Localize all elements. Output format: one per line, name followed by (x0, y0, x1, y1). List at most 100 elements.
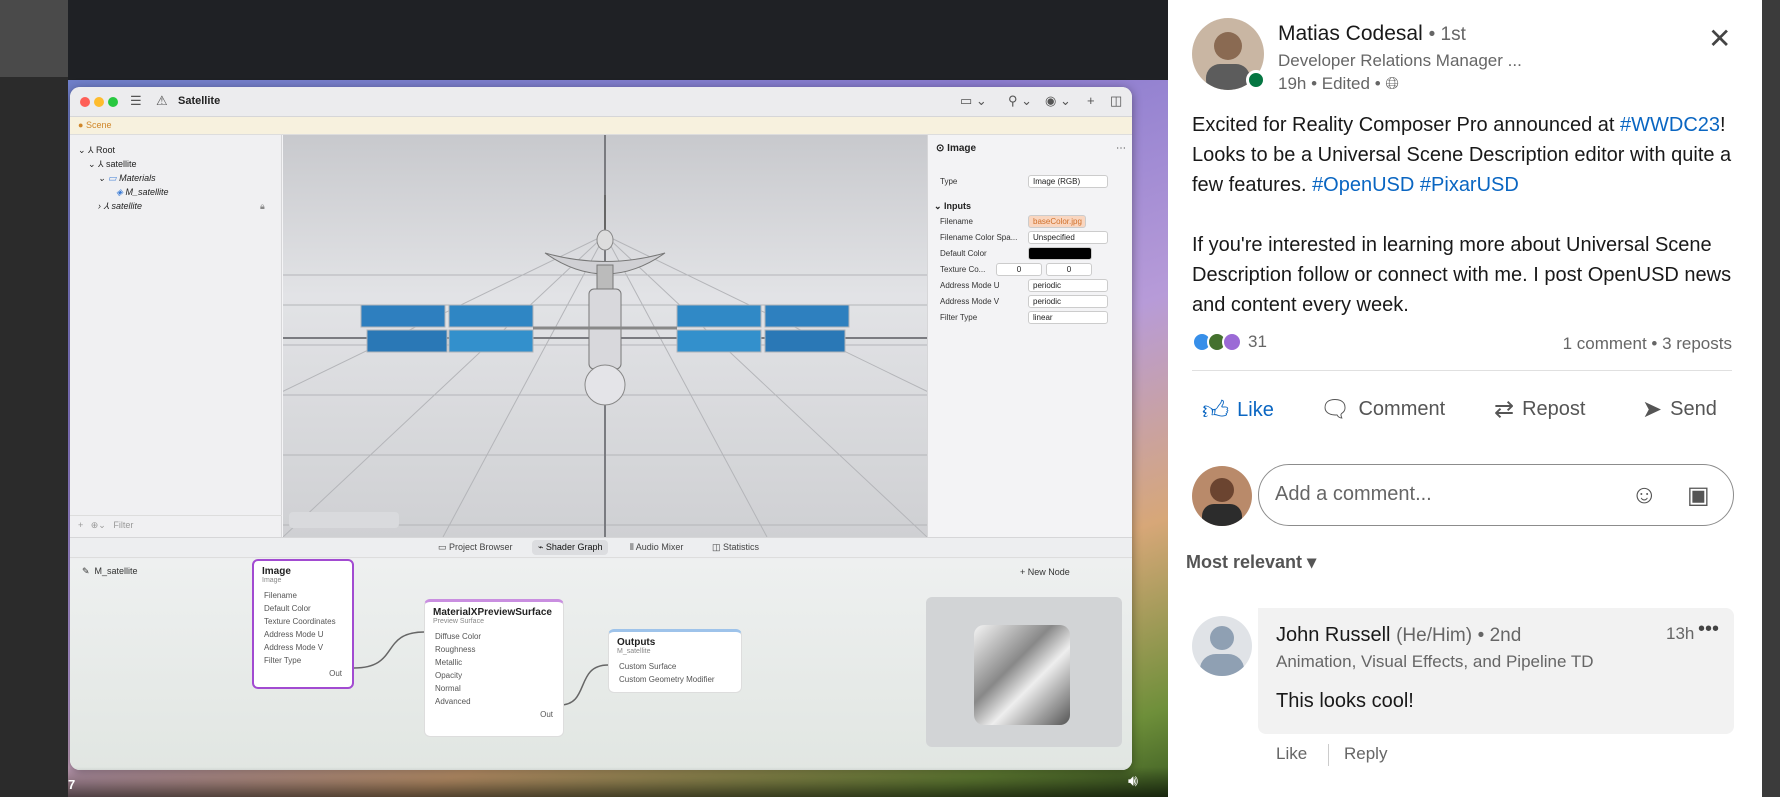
lock-icon: 🔒︎ (260, 201, 265, 211)
hashtag-link[interactable]: #PixarUSD (1420, 174, 1519, 196)
comment-bubble: John Russell (He/Him) • 2nd Animation, V… (1258, 608, 1734, 734)
volume-icon[interactable]: 🔊︎ (1128, 773, 1138, 791)
texcoord-x-value: 0 (1016, 265, 1022, 274)
inputs-header-label: Inputs (944, 201, 972, 211)
address-u-label: Address Mode U (940, 281, 1000, 290)
comment-time: 13h (1666, 624, 1695, 643)
sort-label: Most relevant (1186, 552, 1303, 572)
globe-icon: 🌐︎ (1385, 74, 1399, 93)
scene-hierarchy: ⌄ ⅄ Root ⌄ ⅄ satellite ⌄ ▭ Materials ◈ M… (70, 135, 282, 537)
node-title: Outputs (617, 637, 656, 648)
texcoord-y-value: 0 (1066, 265, 1072, 274)
minimize-dot (94, 97, 104, 107)
filter-bar: + ⊕⌄ Filter (70, 515, 282, 537)
tab-shader-graph: ⌁ Shader Graph (532, 540, 609, 555)
type-label: Type (940, 177, 958, 186)
address-u-select: periodic (1028, 279, 1108, 292)
inspector-header-label: Image (947, 143, 977, 154)
author-line: Matias Codesal • 1st (1278, 22, 1466, 46)
backdrop-left (0, 77, 68, 797)
repost-icon: ⇄ (1494, 396, 1515, 423)
folder-icon: ▭ (108, 173, 117, 183)
commenter-line: John Russell (He/Him) • 2nd (1276, 624, 1521, 647)
bottom-pane: ▭ Project Browser ⌁ Shader Graph ⫴ Audio… (70, 537, 1132, 770)
node-subtitle: Preview Surface (433, 618, 484, 625)
node-port: Metallic (435, 658, 463, 667)
tab-project-browser: ▭ Project Browser (438, 542, 513, 552)
reaction-count: 31 (1248, 332, 1267, 351)
tab-label: Shader Graph (545, 542, 603, 552)
tree-item-materials: ⌄ ▭ Materials (98, 173, 156, 183)
camera-icon: ◉ ⌄ (1045, 93, 1071, 108)
image-icon[interactable]: ▣ (1687, 481, 1710, 510)
filter-type-select: linear (1028, 311, 1108, 324)
node-port: Normal (435, 684, 461, 693)
comment-text: This looks cool! (1276, 690, 1414, 712)
insightful-reaction-icon (1222, 332, 1242, 352)
comment-reply-button[interactable]: Reply (1344, 744, 1387, 764)
comment-like-button[interactable]: Like (1276, 744, 1307, 764)
author-name[interactable]: Matias Codesal (1278, 22, 1423, 45)
repost-button[interactable]: ⇄ Repost (1494, 395, 1585, 424)
filter-type-value: linear (1033, 313, 1053, 322)
node-subtitle: M_satellite (617, 648, 651, 655)
node-port: Texture Coordinates (264, 617, 336, 626)
type-value: Image (RGB) (1033, 177, 1081, 186)
tree-item-root: ⌄ ⅄ Root (78, 145, 116, 155)
comment-button[interactable]: 🗨︎ Comment (1320, 395, 1445, 424)
address-u-value: periodic (1033, 281, 1062, 290)
tree-item-satellite: ⌄ ⅄ satellite (88, 159, 137, 169)
close-icon[interactable]: ✕ (1708, 22, 1731, 55)
hashtag-link[interactable]: #WWDC23 (1620, 114, 1720, 136)
tree-item-satellite-child: › ⅄ satellite (98, 201, 143, 211)
emoji-icon[interactable]: ☺ (1631, 479, 1658, 510)
post-panel: Matias Codesal • 1st Developer Relations… (1168, 0, 1762, 797)
filename-value: baseColor.jpg (1033, 217, 1082, 226)
author-headline: Developer Relations Manager ... (1278, 51, 1522, 70)
video-player[interactable]: ☰ ⚠ Satellite ▭ ⌄ ⚲ ⌄ ◉ ⌄ + ◫ ● Scene ⌄ … (68, 0, 1168, 797)
filter-type-label: Filter Type (940, 313, 978, 322)
satellite-render (283, 135, 927, 537)
playback-time: 7 (68, 777, 76, 792)
colorspace-value: Unspecified (1033, 233, 1075, 242)
comment-input[interactable]: Add a comment... ☺ ▣ (1258, 464, 1734, 526)
commenter-pronoun: (He/Him) (1396, 625, 1473, 646)
tree-label: satellite (106, 159, 137, 169)
reactions[interactable]: 31 (1192, 332, 1267, 352)
node-out: Out (329, 669, 342, 678)
app-window: ☰ ⚠ Satellite ▭ ⌄ ⚲ ⌄ ◉ ⌄ + ◫ ● Scene ⌄ … (70, 87, 1132, 770)
transform-icon: ⚲ ⌄ (1008, 93, 1033, 108)
filename-label: Filename (940, 217, 973, 226)
preview-surface-node: MaterialXPreviewSurface Preview Surface D… (424, 599, 564, 737)
node-out: Out (540, 710, 553, 719)
comment-repost-count[interactable]: 1 comment • 3 reposts (1563, 334, 1732, 354)
viewport (283, 135, 927, 537)
texcoord-y: 0 (1046, 263, 1092, 276)
tab-label: Audio Mixer (635, 542, 684, 552)
more-icon: ⋯ (1116, 143, 1126, 154)
caret-down-icon: ▾ (1307, 552, 1317, 572)
node-title: Image (262, 566, 291, 577)
node-port: Address Mode V (264, 643, 324, 652)
preview-cube (974, 625, 1070, 725)
repost-label: Repost (1522, 398, 1586, 420)
scrollbar[interactable] (1762, 0, 1780, 797)
like-button[interactable]: 👍︎ Like (1202, 395, 1274, 426)
send-label: Send (1670, 398, 1717, 420)
add-icon: + (1087, 93, 1095, 108)
send-button[interactable]: ➤ Send (1642, 395, 1717, 424)
texcoord-x: 0 (996, 263, 1042, 276)
commenter-avatar[interactable] (1192, 616, 1252, 676)
sort-dropdown[interactable]: Most relevant ▾ (1186, 552, 1316, 573)
bottom-tabs: ▭ Project Browser ⌁ Shader Graph ⫴ Audio… (70, 538, 1132, 558)
tab-label: Statistics (723, 542, 760, 552)
video-controls: 7 🔊︎ (68, 767, 1168, 797)
commenter-headline: Animation, Visual Effects, and Pipeline … (1276, 652, 1594, 671)
zoom-dot (108, 97, 118, 107)
viewer-avatar (1192, 466, 1252, 526)
address-v-label: Address Mode V (940, 297, 1000, 306)
tab-statistics: ◫ Statistics (712, 542, 760, 552)
more-options-icon[interactable]: ••• (1698, 618, 1719, 641)
hashtag-link[interactable]: #OpenUSD (1312, 174, 1414, 196)
commenter-name[interactable]: John Russell (1276, 624, 1391, 646)
